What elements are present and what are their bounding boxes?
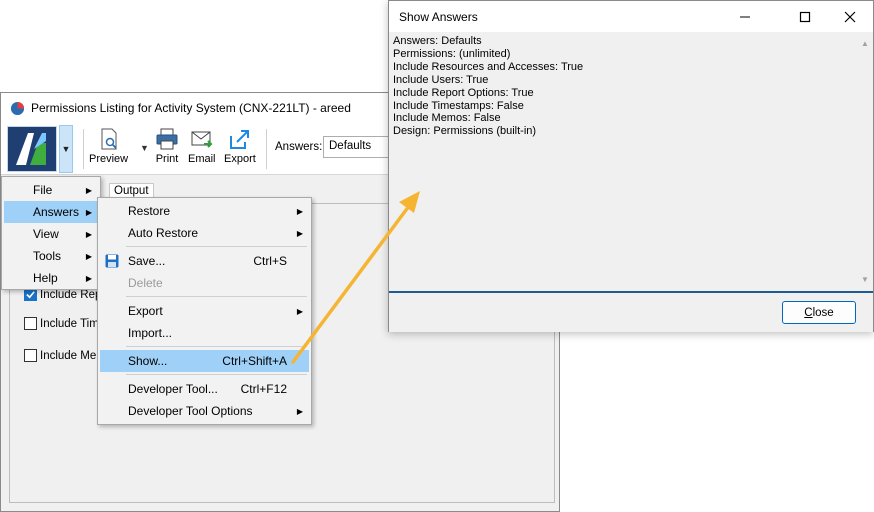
- export-button[interactable]: Export: [224, 127, 256, 165]
- printer-icon: [156, 128, 178, 150]
- answer-line: Answers: Defaults: [393, 35, 482, 47]
- answer-line: Include Memos: False: [393, 112, 501, 125]
- menu-item-label: Answers: [33, 205, 80, 219]
- option-include-memos[interactable]: Include Mem: [24, 349, 106, 362]
- answer-line: Permissions: (unlimited): [393, 47, 511, 60]
- submenu-arrow-icon: ▶: [296, 206, 303, 216]
- menu-item-tools[interactable]: Tools ▶: [4, 245, 98, 267]
- menu-item-developer-tool[interactable]: Developer Tool... Ctrl+F12: [100, 378, 309, 400]
- checkbox[interactable]: [24, 317, 37, 330]
- menu-item-label: Auto Restore: [128, 226, 199, 240]
- menu-separator: [126, 296, 307, 297]
- checkbox[interactable]: [24, 349, 37, 362]
- maximize-icon: [799, 11, 811, 22]
- print-label: Print: [155, 153, 179, 165]
- menu-item-label: Help: [33, 271, 58, 285]
- submenu-arrow-icon: ▶: [296, 228, 303, 238]
- menu-item-label: Restore: [128, 204, 171, 218]
- menu-item-shortcut: Ctrl+S: [253, 254, 287, 268]
- menu-item-answers[interactable]: Answers ▶: [4, 201, 98, 223]
- menu-item-file[interactable]: File ▶: [4, 179, 98, 201]
- menu-item-label: Show...: [128, 354, 168, 368]
- menu-separator: [126, 346, 307, 347]
- minimize-icon: [740, 16, 750, 17]
- show-answers-dialog: Show Answers Answers: Defaults Permissio…: [388, 0, 874, 332]
- menu-item-help[interactable]: Help ▶: [4, 267, 98, 289]
- ribbon-separator: [266, 129, 267, 169]
- app-menu-button[interactable]: [7, 126, 57, 172]
- answer-line: Include Resources and Accesses: True: [393, 60, 584, 73]
- menu-item-label: File: [33, 183, 53, 197]
- menu-separator: [126, 374, 307, 375]
- preview-dropdown-icon[interactable]: ▼: [140, 143, 149, 153]
- preview-button[interactable]: Preview: [89, 127, 128, 165]
- chevron-down-icon: ▼: [61, 144, 71, 154]
- export-icon: [229, 130, 249, 149]
- menu-item-label: Save...: [128, 254, 166, 268]
- menu-item-restore[interactable]: Restore ▶: [100, 200, 309, 222]
- close-button-mnemonic: C: [804, 306, 813, 319]
- app-pie-icon: [10, 101, 25, 115]
- submenu-arrow-icon: ▶: [85, 207, 92, 217]
- submenu-arrow-icon: ▶: [296, 406, 303, 416]
- menu-item-label: Export: [128, 304, 163, 318]
- submenu-arrow-icon: ▶: [85, 251, 92, 261]
- close-button[interactable]: Close: [782, 301, 856, 324]
- answer-line: Include Users: True: [393, 73, 489, 86]
- checkmark-icon: [26, 291, 35, 299]
- menu-item-label: Developer Tool...: [128, 382, 218, 396]
- close-window-button[interactable]: [830, 1, 870, 32]
- close-button-label: lose: [812, 306, 834, 319]
- menu-item-show[interactable]: Show... Ctrl+Shift+A: [100, 350, 309, 372]
- dialog-title: Show Answers: [399, 9, 478, 24]
- option-label: Include Mem: [40, 349, 106, 362]
- option-label: Include Time: [40, 317, 106, 330]
- preview-label: Preview: [89, 153, 129, 165]
- option-include-timestamps[interactable]: Include Time: [24, 317, 105, 330]
- scroll-up-icon[interactable]: ▲: [857, 35, 873, 51]
- answers-submenu: Restore ▶ Auto Restore ▶ Save... Ctrl+S …: [97, 197, 312, 425]
- print-button[interactable]: Print: [155, 127, 179, 165]
- app-menu-dropdown[interactable]: ▼: [59, 125, 73, 173]
- menu-item-auto-restore[interactable]: Auto Restore ▶: [100, 222, 309, 244]
- maximize-button[interactable]: [785, 1, 825, 32]
- menu-item-label: Tools: [33, 249, 62, 263]
- menu-item-label: Developer Tool Options: [128, 404, 253, 418]
- submenu-arrow-icon: ▶: [85, 185, 92, 195]
- app-menu: File ▶ Answers ▶ View ▶ Tools ▶ Help ▶: [1, 176, 101, 290]
- submenu-arrow-icon: ▶: [85, 229, 92, 239]
- menu-item-view[interactable]: View ▶: [4, 223, 98, 245]
- answer-line: Design: Permissions (built-in): [393, 125, 537, 138]
- menu-item-label: Delete: [128, 276, 163, 290]
- main-window-title: Permissions Listing for Activity System …: [31, 101, 351, 115]
- answers-label: Answers:: [275, 141, 323, 153]
- ribbon-separator: [83, 129, 84, 169]
- menu-item-label: Import...: [128, 326, 173, 340]
- menu-item-delete: Delete: [100, 272, 309, 294]
- menu-separator: [126, 246, 307, 247]
- app-logo-icon: [16, 133, 46, 165]
- submenu-arrow-icon: ▶: [296, 306, 303, 316]
- email-button[interactable]: Email: [188, 127, 216, 165]
- menu-item-export[interactable]: Export ▶: [100, 300, 309, 322]
- save-icon: [105, 254, 119, 268]
- vertical-scrollbar[interactable]: ▲ ▼: [857, 33, 873, 289]
- email-label: Email: [188, 153, 216, 165]
- answer-line: Include Report Options: True: [393, 86, 534, 99]
- submenu-arrow-icon: ▶: [85, 273, 92, 283]
- menu-item-save[interactable]: Save... Ctrl+S: [100, 250, 309, 272]
- menu-item-developer-tool-options[interactable]: Developer Tool Options ▶: [100, 400, 309, 422]
- scroll-down-icon[interactable]: ▼: [857, 271, 873, 287]
- email-icon: [191, 131, 213, 148]
- menu-item-shortcut: Ctrl+Shift+A: [222, 354, 287, 368]
- menu-item-import[interactable]: Import...: [100, 322, 309, 344]
- menu-item-label: View: [33, 227, 59, 241]
- minimize-button[interactable]: [725, 1, 765, 32]
- preview-icon: [101, 128, 117, 150]
- menu-item-shortcut: Ctrl+F12: [240, 382, 287, 396]
- export-label: Export: [224, 153, 256, 165]
- answer-line: Include Timestamps: False: [393, 99, 524, 112]
- answers-text-area[interactable]: Answers: Defaults Permissions: (unlimite…: [391, 33, 857, 289]
- close-icon: [844, 11, 856, 22]
